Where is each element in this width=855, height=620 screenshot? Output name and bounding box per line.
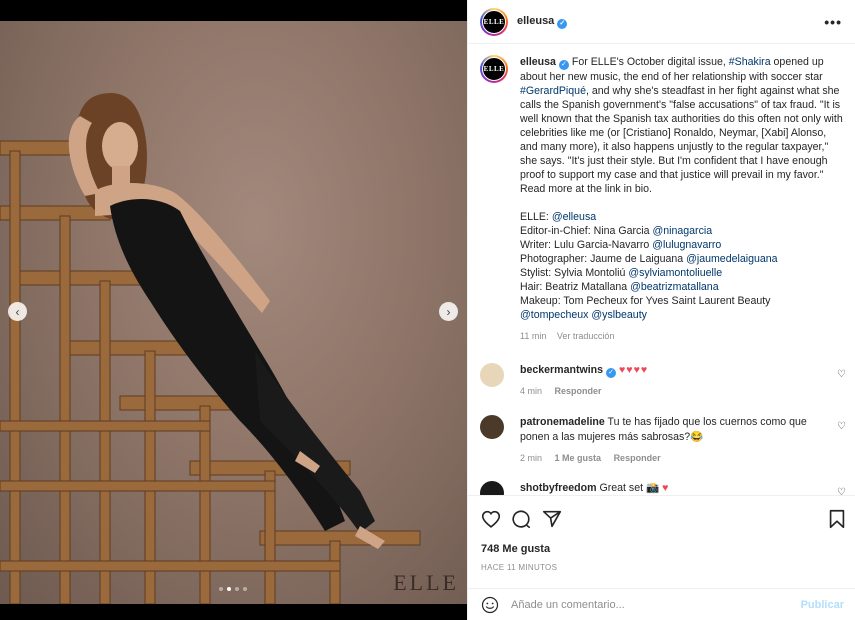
comment-text: Great set 📸 xyxy=(599,482,660,494)
credit-line: ELLE: @elleusa xyxy=(520,211,597,223)
comments-section[interactable]: ELLE elleusa ✓ For ELLE's October digital… xyxy=(468,45,855,495)
reply-button[interactable]: Responder xyxy=(614,453,661,463)
comment-meta: 4 min Responder xyxy=(520,386,602,396)
verified-badge-icon: ✓ xyxy=(557,19,568,29)
carousel-next-button[interactable]: › xyxy=(439,302,458,321)
like-heart-icon[interactable] xyxy=(480,508,502,530)
reply-button[interactable]: Responder xyxy=(555,386,602,396)
mention-link[interactable]: @sylviamontoliuelle xyxy=(628,267,722,279)
mention-link[interactable]: @yslbeauty xyxy=(591,309,647,321)
mention-link[interactable]: @lulugnavarro xyxy=(652,239,721,251)
credits-list: ELLE: @elleusa Editor-in-Chief: Nina Gar… xyxy=(520,210,845,322)
credit-line: Stylist: Sylvia Montoliú @sylviamontoliu… xyxy=(520,267,723,279)
chevron-left-icon: ‹ xyxy=(15,304,20,319)
caption-username[interactable]: elleusa xyxy=(520,56,556,68)
credit-line: Hair: Beatriz Matallana @beatrizmatallan… xyxy=(520,281,719,293)
verified-badge-icon: ✓ xyxy=(606,368,617,378)
commenter-avatar[interactable] xyxy=(480,481,504,495)
carousel-dot xyxy=(219,587,223,591)
credit-line: @tompecheux @yslbeauty xyxy=(520,308,845,322)
author-avatar[interactable]: ELLE xyxy=(480,8,508,36)
post-side-panel: ELLE elleusa ✓ ••• ELLE elleusa ✓ For ELLE… xyxy=(467,0,855,620)
share-send-icon[interactable] xyxy=(541,508,563,530)
mention-link[interactable]: @ninagarcia xyxy=(652,225,712,237)
comment-meta: 2 min 1 Me gusta Responder xyxy=(520,453,661,463)
comment-like-heart-icon[interactable]: ♡ xyxy=(837,369,846,380)
mention-link[interactable]: @jaumedelaiguana xyxy=(686,253,777,265)
bottom-letterbox xyxy=(0,604,467,620)
author-username[interactable]: elleusa ✓ xyxy=(517,15,568,29)
credit-line: Editor-in-Chief: Nina Garcia @ninagarcia xyxy=(520,225,713,237)
comment-bubble-icon[interactable] xyxy=(510,508,532,530)
more-options-icon[interactable]: ••• xyxy=(824,14,842,30)
mention-link[interactable]: @tompecheux xyxy=(520,309,588,321)
top-letterbox xyxy=(0,0,467,21)
mention-link[interactable]: @elleusa xyxy=(552,211,596,223)
add-comment-bar: Publicar xyxy=(468,588,855,620)
post-timestamp: HACE 11 MINUTOS xyxy=(481,563,558,572)
emoji-icon[interactable] xyxy=(481,596,499,614)
credit-line: Writer: Lulu Garcia-Navarro @lulugnavarr… xyxy=(520,239,722,251)
comment-likes-count[interactable]: 1 Me gusta xyxy=(555,453,602,463)
carousel-dot xyxy=(243,587,247,591)
mention-link[interactable]: @beatrizmatallana xyxy=(630,281,719,293)
credit-line: Photographer: Jaume de Laiguana @jaumede… xyxy=(520,253,778,265)
photo-illustration xyxy=(0,93,421,604)
commenter-username[interactable]: beckermantwins xyxy=(520,364,603,376)
carousel-dot xyxy=(235,587,239,591)
photo-watermark: ELLE xyxy=(393,570,459,595)
verified-badge-icon: ✓ xyxy=(558,60,569,70)
caption-body: elleusa ✓ For ELLE's October digital issu… xyxy=(520,55,845,343)
commenter-avatar[interactable] xyxy=(480,363,504,387)
commenter-username[interactable]: shotbyfreedom xyxy=(520,482,597,494)
save-bookmark-icon[interactable] xyxy=(826,508,848,530)
caption-meta: 11 min Ver traducción xyxy=(520,329,845,343)
commenter-username[interactable]: patronemadeline xyxy=(520,416,605,428)
carousel-dot-active xyxy=(227,587,231,591)
chevron-right-icon: › xyxy=(446,304,451,319)
comment-hearts: ♥♥♥♥ xyxy=(618,364,649,376)
likes-count[interactable]: 748 Me gusta xyxy=(481,543,550,555)
translate-link[interactable]: Ver traducción xyxy=(557,331,615,341)
caption-avatar[interactable]: ELLE xyxy=(480,55,508,83)
hashtag-gerardpique[interactable]: #GerardPiqué xyxy=(520,85,586,97)
post-photo[interactable]: ELLE xyxy=(0,21,467,604)
comment-hearts: ♥ xyxy=(662,482,670,494)
carousel-indicator xyxy=(219,587,247,591)
publish-button[interactable]: Publicar xyxy=(801,599,844,611)
comment-like-heart-icon[interactable]: ♡ xyxy=(837,421,846,432)
carousel-prev-button[interactable]: ‹ xyxy=(8,302,27,321)
post-actions: 748 Me gusta HACE 11 MINUTOS xyxy=(468,495,855,595)
comment-like-heart-icon[interactable]: ♡ xyxy=(837,487,846,495)
caption-time: 11 min xyxy=(520,331,547,341)
credit-line: Makeup: Tom Pecheux for Yves Saint Laure… xyxy=(520,295,771,307)
hashtag-shakira[interactable]: #Shakira xyxy=(729,56,771,68)
commenter-avatar[interactable] xyxy=(480,415,504,439)
comment-input[interactable] xyxy=(511,597,791,613)
post-header: ELLE elleusa ✓ ••• xyxy=(468,0,855,44)
